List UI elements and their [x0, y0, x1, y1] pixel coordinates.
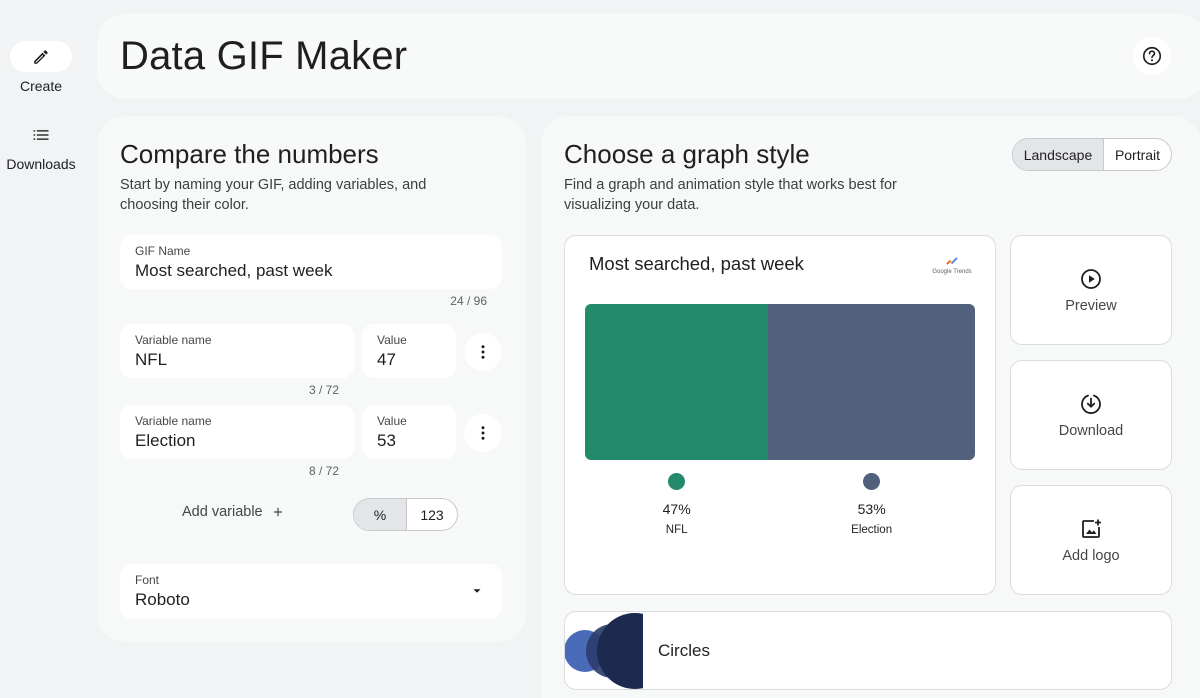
variable-value-field[interactable]: Value 47 — [362, 324, 456, 378]
variable-name-field[interactable]: Variable name NFL — [120, 324, 354, 378]
graph-preview-card: Most searched, past week Google Trends 4… — [564, 235, 996, 595]
compare-panel: Compare the numbers Start by naming your… — [97, 116, 526, 642]
font-label: Font — [135, 573, 160, 587]
add-image-icon — [1082, 519, 1101, 538]
graph-style-title: Choose a graph style — [564, 139, 810, 169]
legend-name: Election — [851, 524, 893, 536]
style-option-circles[interactable]: Circles — [564, 611, 1172, 690]
add-logo-label: Add logo — [1062, 548, 1120, 564]
variable-value-label: Value — [377, 333, 407, 347]
rail-item-downloads[interactable]: Downloads — [0, 119, 82, 172]
graph-style-panel: Choose a graph style Find a graph and an… — [541, 116, 1200, 698]
download-label: Download — [1058, 423, 1124, 439]
gif-name-label: GIF Name — [135, 244, 191, 258]
preview-title: Most searched, past week — [589, 253, 804, 274]
share-segment-nfl — [585, 304, 769, 460]
legend-dot — [668, 473, 686, 490]
circles-thumbnail — [565, 613, 643, 689]
download-button[interactable]: Download — [1010, 360, 1172, 470]
plus-icon — [273, 507, 282, 517]
rail-label-create: Create — [19, 78, 63, 94]
variable-more-button[interactable] — [464, 333, 502, 371]
trends-logo-text: Google Trends — [932, 269, 972, 275]
gif-name-field[interactable]: GIF Name Most searched, past week — [120, 235, 502, 289]
orientation-toggle: Landscape Portrait — [1012, 138, 1172, 171]
add-variable-button[interactable]: Add variable — [182, 504, 285, 520]
variable-more-button[interactable] — [464, 414, 502, 452]
orientation-landscape-option[interactable]: Landscape — [1013, 139, 1103, 170]
compare-description: Start by naming your GIF, adding variabl… — [120, 177, 427, 213]
number-format-toggle: % 123 — [353, 498, 458, 531]
more-vertical-icon — [481, 345, 485, 359]
help-button[interactable] — [1133, 37, 1171, 75]
app-title: Data GIF Maker — [120, 34, 408, 78]
list-icon — [33, 129, 49, 140]
dropdown-arrow-icon — [473, 589, 481, 593]
rail-item-create[interactable]: Create — [0, 41, 82, 94]
share-segment-election — [768, 304, 975, 460]
font-select[interactable]: Font Roboto — [120, 564, 502, 619]
trends-logo-icon — [946, 257, 958, 265]
variable-name-label: Variable name — [135, 333, 212, 347]
variable-name-label: Variable name — [135, 414, 212, 428]
pencil-icon — [34, 49, 48, 64]
legend-dot — [863, 473, 881, 490]
format-number-option[interactable]: 123 — [406, 499, 457, 530]
variable-name-counter: 8 / 72 — [308, 464, 339, 478]
navigation-rail: Create Downloads — [0, 0, 82, 698]
main-area: Data GIF Maker Compare the numbers Start… — [82, 0, 1200, 698]
google-trends-logo: Google Trends — [931, 256, 973, 278]
font-value: Roboto — [135, 590, 190, 609]
gif-name-value: Most searched, past week — [135, 261, 333, 280]
rail-label-downloads: Downloads — [6, 156, 76, 172]
variable-value: 53 — [377, 431, 396, 450]
preview-button[interactable]: Preview — [1010, 235, 1172, 345]
create-pill — [10, 41, 72, 72]
variable-value: 47 — [377, 350, 396, 369]
legend-percent: 53% — [857, 501, 886, 517]
orientation-portrait-option[interactable]: Portrait — [1103, 139, 1171, 170]
add-variable-label: Add variable — [182, 504, 263, 520]
graph-style-description: Find a graph and animation style that wo… — [564, 177, 897, 213]
preview-label: Preview — [1065, 298, 1117, 314]
play-circle-icon — [1081, 269, 1101, 289]
app-header: Data GIF Maker — [97, 14, 1200, 99]
variable-value-label: Value — [377, 414, 407, 428]
download-circle-icon — [1081, 394, 1101, 414]
variable-value-field[interactable]: Value 53 — [362, 405, 456, 459]
format-percent-option[interactable]: % — [354, 499, 406, 530]
variable-name-value: NFL — [135, 350, 168, 369]
variable-name-value: Election — [135, 431, 196, 450]
compare-title: Compare the numbers — [120, 139, 379, 169]
more-vertical-icon — [481, 426, 485, 440]
downloads-pill — [10, 119, 72, 150]
legend-name: NFL — [665, 524, 688, 536]
gif-name-counter: 24 / 96 — [450, 294, 487, 308]
variable-name-field[interactable]: Variable name Election — [120, 405, 354, 459]
add-logo-button[interactable]: Add logo — [1010, 485, 1172, 595]
help-circle-icon — [1142, 46, 1162, 66]
share-bar — [585, 304, 975, 460]
legend-percent: 47% — [662, 501, 691, 517]
variable-name-counter: 3 / 72 — [308, 383, 339, 397]
style-label: Circles — [658, 641, 710, 660]
